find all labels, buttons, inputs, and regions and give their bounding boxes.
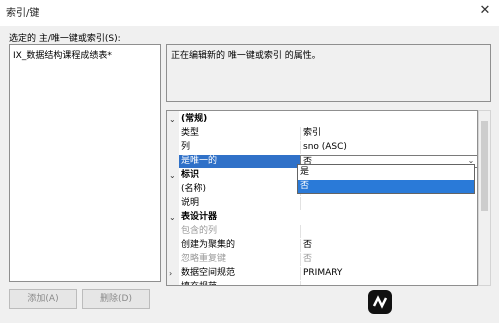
watermark-logo [362,282,499,323]
property-row[interactable]: 说明 [167,197,477,210]
property-name: 类型 [181,128,200,138]
property-name: (常规) [179,113,477,126]
property-category[interactable]: ⌄ 表设计器 [167,211,477,224]
watermark-icon [368,290,392,314]
property-row[interactable]: › 数据空间规范 PRIMARY [167,267,477,280]
property-name: (名称) [181,184,207,194]
property-value: sno (ASC) [300,141,477,154]
property-value [300,197,477,210]
property-row[interactable]: 列 sno (ASC) [167,141,477,154]
index-list-label: 选定的 主/唯一键或索引(S): [9,34,121,44]
property-row[interactable]: 类型 索引 [167,127,477,140]
dropdown-option[interactable]: 是 [298,166,474,179]
expand-chevron-icon[interactable]: › [169,281,179,285]
property-value [300,225,477,238]
property-name: 创建为聚集的 [181,240,236,250]
property-category[interactable]: ⌄ (常规) [167,113,477,126]
property-name: 表设计器 [179,211,477,224]
property-name: 包含的列 [181,226,218,236]
title-bar: 索引/键 ✕ [0,0,499,26]
property-name: 说明 [181,198,200,208]
window-title: 索引/键 [6,8,40,19]
list-item[interactable]: IX_数据结构课程成绩表* [13,48,112,61]
property-row[interactable]: 忽略重复键 否 [167,253,477,266]
expand-chevron-icon[interactable]: › [169,267,179,280]
close-icon[interactable]: ✕ [476,2,494,20]
property-value: 索引 [300,127,477,140]
scroll-thumb[interactable] [481,121,488,211]
property-value: PRIMARY [300,267,477,280]
collapse-chevron-icon[interactable]: ⌄ [169,169,179,182]
property-row[interactable]: 创建为聚集的 否 [167,239,477,252]
property-name: 列 [181,142,191,152]
description-box: 正在编辑新的 唯一键或索引 的属性。 [166,44,491,102]
index-list[interactable]: IX_数据结构课程成绩表* [9,44,161,282]
dropdown-option[interactable]: 否 [298,180,474,193]
add-button[interactable]: 添加(A) [9,289,77,309]
property-value: 否 [300,253,477,266]
description-text: 正在编辑新的 唯一键或索引 的属性。 [171,51,321,61]
property-name: 填充规范 [179,281,300,285]
property-name: 忽略重复键 [181,254,227,264]
collapse-chevron-icon[interactable]: ⌄ [169,113,179,126]
property-name: 数据空间规范 [181,268,236,278]
property-value: 否 [300,239,477,252]
unique-dropdown-list[interactable]: 是否 [297,164,475,194]
property-grid-scrollbar[interactable] [478,110,491,286]
collapse-chevron-icon[interactable]: ⌄ [169,211,179,224]
property-grid[interactable]: ⌄ (常规) 类型 索引列 sno (ASC) 是唯一的否 ⌄ ⌄ 标识 (名称) 说明 ⌄ 表设计器包… [166,110,478,286]
property-name: 是唯一的 [179,155,300,168]
delete-button[interactable]: 删除(D) [82,289,150,309]
property-row[interactable]: 包含的列 [167,225,477,238]
